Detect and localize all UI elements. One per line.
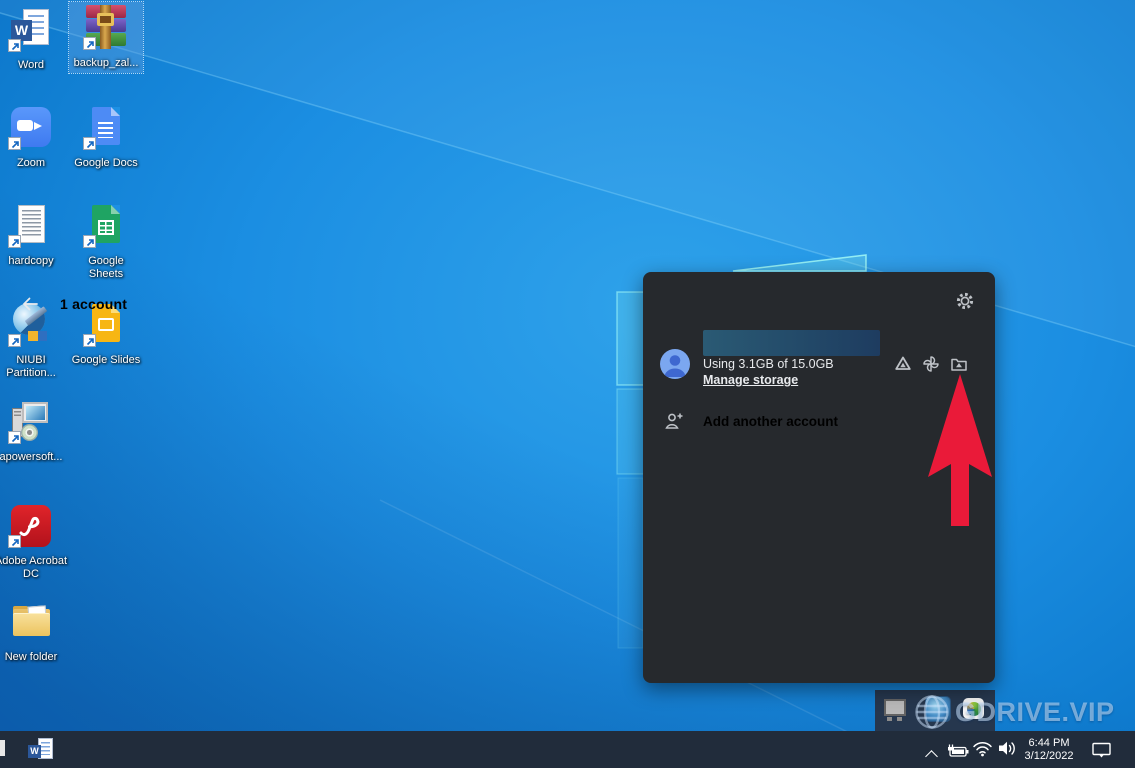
word-taskbar-button[interactable]: W [28, 737, 54, 762]
desktop-icon-adobe-acrobat[interactable]: Adobe Acrobat DC [0, 500, 68, 584]
shortcut-arrow-icon [83, 235, 96, 248]
sync-app-icon[interactable] [963, 698, 984, 719]
desktop-icon-label: Word [18, 59, 44, 72]
desktop-icon-label: backup_zal... [74, 57, 139, 70]
shortcut-arrow-icon [8, 334, 21, 347]
clock-date: 3/12/2022 [1012, 750, 1086, 763]
desktop-icon-backup-archive[interactable]: backup_zal... [69, 2, 143, 73]
winrar-archive-icon [83, 4, 129, 52]
shortcut-arrow-icon [8, 39, 21, 52]
shortcut-arrow-icon [8, 535, 21, 548]
text-document-icon [8, 202, 54, 250]
desktop-icon-label: apowersoft... [0, 451, 62, 464]
taskbar-clock[interactable]: 6:44 PM 3/12/2022 [1012, 737, 1086, 763]
shortcut-arrow-icon [83, 137, 96, 150]
clock-time: 6:44 PM [1012, 737, 1086, 750]
manage-storage-link[interactable]: Manage storage [703, 373, 798, 387]
desktop-icon-apowersoft[interactable]: apowersoft... [0, 396, 68, 467]
account-avatar [660, 349, 690, 379]
shortcut-arrow-icon [8, 137, 21, 150]
panel-title: 1 account [60, 296, 127, 312]
desktop-icon-zoom[interactable]: Zoom [0, 102, 68, 173]
battery-icon[interactable] [946, 741, 970, 758]
tray-overflow-flyout [875, 690, 995, 731]
desktop-icon-google-sheets[interactable]: Google Sheets [69, 200, 143, 284]
adobe-acrobat-icon [8, 502, 54, 550]
desktop-icon-label: New folder [5, 651, 58, 664]
desktop-icon-label: Adobe Acrobat DC [0, 555, 68, 581]
desktop-icon-word[interactable]: W Word [0, 4, 68, 75]
google-drive-icon[interactable] [894, 355, 912, 373]
storage-usage-text: Using 3.1GB of 15.0GB [703, 357, 834, 371]
redacted-email [703, 330, 880, 356]
folder-icon [8, 598, 54, 646]
google-sheets-icon [83, 202, 129, 250]
red-up-arrow-annotation [926, 374, 994, 526]
desktop-icon-hardcopy[interactable]: hardcopy [0, 200, 68, 271]
zoom-app-icon [8, 104, 54, 152]
desktop-icon-new-folder[interactable]: New folder [0, 596, 68, 667]
desktop-icon-label: Google Sheets [81, 255, 131, 281]
wifi-icon[interactable] [972, 740, 993, 757]
google-docs-icon [83, 104, 129, 152]
word-icon: W [8, 6, 54, 54]
back-arrow-icon[interactable] [20, 294, 40, 314]
shortcut-arrow-icon [8, 235, 21, 248]
desktop-icon-label: Zoom [17, 157, 45, 170]
person-add-icon [664, 411, 684, 431]
shortcut-arrow-icon [83, 37, 96, 50]
add-another-account-button[interactable]: Add another account [703, 414, 838, 429]
desktop-icon-google-docs[interactable]: Google Docs [69, 102, 143, 173]
desktop: W Word backup_zal... Zoom Google Docs [0, 0, 1135, 768]
open-folder-icon[interactable] [950, 355, 968, 373]
desktop-icon-label: NIUBI Partition... [0, 354, 68, 380]
desktop-icon-label: hardcopy [8, 255, 53, 268]
google-photos-icon[interactable] [922, 355, 940, 373]
settings-gear-icon[interactable] [955, 291, 975, 311]
shortcut-arrow-icon [8, 431, 21, 444]
desktop-icon-label: Google Docs [74, 157, 138, 170]
shortcut-arrow-icon [83, 334, 96, 347]
globe-app-icon[interactable] [925, 696, 951, 722]
apowersoft-installer-icon [8, 398, 54, 446]
action-center-icon[interactable] [1091, 741, 1113, 759]
start-button-fragment [0, 740, 5, 756]
desktop-icon-label: Google Slides [72, 354, 141, 367]
display-icon[interactable] [884, 699, 906, 716]
